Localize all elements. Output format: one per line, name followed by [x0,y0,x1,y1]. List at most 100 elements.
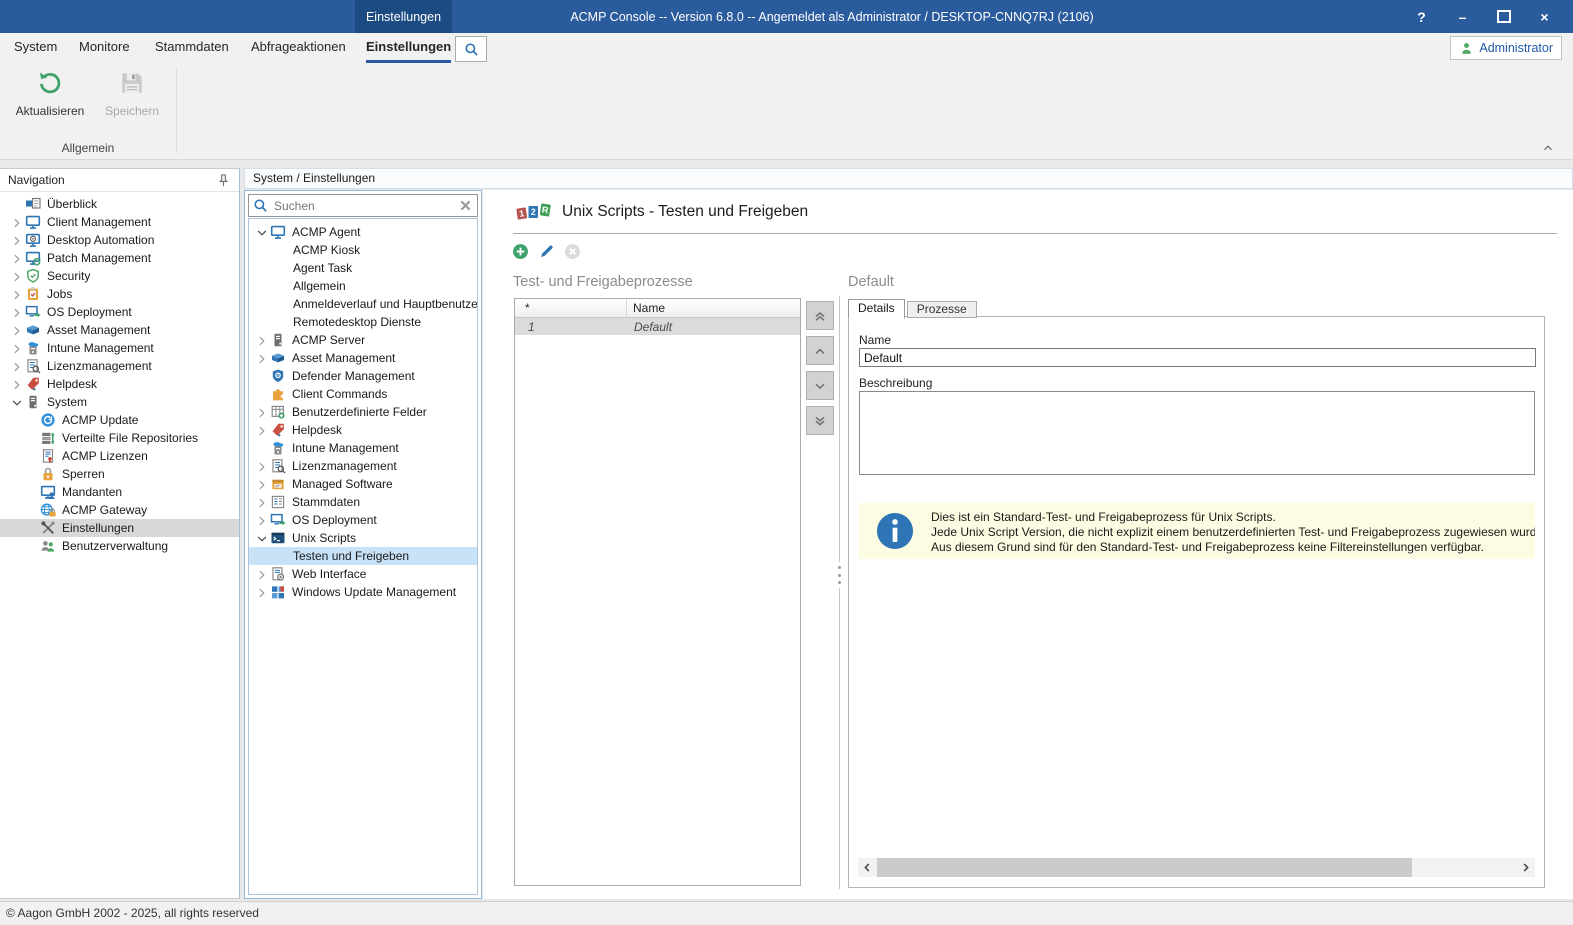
pushpin-icon[interactable] [216,173,231,188]
nav-item-sperren[interactable]: Sperren [0,465,239,483]
name-field[interactable] [859,348,1536,367]
nav-item-einstellungen-selected[interactable]: Einstellungen [0,519,239,537]
move-bottom-button[interactable] [806,406,834,435]
move-up-button[interactable] [806,336,834,365]
nav-item-mandanten[interactable]: Mandanten [0,483,239,501]
chevron-right-icon[interactable] [10,215,25,230]
tree-item-testen-und-freigeben-selected[interactable]: Testen und Freigeben [249,547,477,565]
chevron-down-icon[interactable] [255,531,270,546]
tree-item-managed-software[interactable]: Managed Software [249,475,477,493]
refresh-button[interactable]: Aktualisieren [10,69,90,127]
chevron-right-icon[interactable] [10,377,25,392]
minimize-button[interactable]: – [1442,0,1483,33]
tree-item-windows-update-management[interactable]: Windows Update Management [249,583,477,601]
tree-item-anmeldeverlauf[interactable]: Anmeldeverlauf und Hauptbenutzer [249,295,477,313]
tab-details[interactable]: Details [848,299,905,319]
move-down-button[interactable] [806,371,834,400]
tree-item-agent-task[interactable]: Agent Task [249,259,477,277]
tree-item-defender-management[interactable]: Defender Management [249,367,477,385]
chevron-right-icon[interactable] [10,341,25,356]
tree-item-asset-management[interactable]: Asset Management [249,349,477,367]
tree-item-allgemein[interactable]: Allgemein [249,277,477,295]
tree-item-client-commands[interactable]: Client Commands [249,385,477,403]
tab-prozesse[interactable]: Prozesse [907,301,977,318]
nav-item-ueberblick[interactable]: Überblick [0,195,239,213]
delete-icon[interactable] [564,243,581,260]
administrator-button[interactable]: Administrator [1450,36,1562,60]
column-header-star[interactable]: * [515,299,627,317]
tree-item-acmp-agent[interactable]: ACMP Agent [249,223,477,241]
menu-item-system[interactable]: System [14,33,57,60]
nav-item-os-deployment[interactable]: OS Deployment [0,303,239,321]
tree-item-os-deployment[interactable]: OS Deployment [249,511,477,529]
nav-item-jobs[interactable]: Jobs [0,285,239,303]
close-button[interactable]: × [1524,0,1565,33]
nav-item-client-management[interactable]: Client Management [0,213,239,231]
nav-item-security[interactable]: Security [0,267,239,285]
maximize-button[interactable] [1483,0,1524,33]
nav-item-verteilte-file-repositories[interactable]: Verteilte File Repositories [0,429,239,447]
chevron-right-icon[interactable] [255,333,270,348]
chevron-right-icon[interactable] [10,287,25,302]
tree-item-lizenzmanagement[interactable]: Lizenzmanagement [249,457,477,475]
add-icon[interactable] [512,243,529,260]
nav-item-acmp-gateway[interactable]: ACMP Gateway [0,501,239,519]
tree-item-stammdaten[interactable]: Stammdaten [249,493,477,511]
chevron-right-icon[interactable] [255,405,270,420]
menu-item-einstellungen[interactable]: Einstellungen [366,33,451,63]
tree-item-benutzerdefinierte-felder[interactable]: Benutzerdefinierte Felder [249,403,477,421]
horizontal-scrollbar[interactable] [858,858,1535,877]
chevron-right-icon[interactable] [255,351,270,366]
chevron-right-icon[interactable] [255,423,270,438]
splitter-handle[interactable] [837,562,842,588]
chevron-down-icon[interactable] [10,395,25,410]
nav-item-helpdesk[interactable]: Helpdesk [0,375,239,393]
chevron-right-icon[interactable] [10,269,25,284]
nav-item-intune-management[interactable]: Intune Management [0,339,239,357]
titlebar-pinned-tab[interactable]: Einstellungen [355,0,452,33]
nav-item-lizenzmanagement[interactable]: Lizenzmanagement [0,357,239,375]
chevron-right-icon[interactable] [255,513,270,528]
vertical-splitter[interactable] [839,296,840,889]
table-row-default[interactable]: 1 Default [515,318,800,335]
chevron-right-icon[interactable] [10,359,25,374]
menu-search-button[interactable] [455,36,487,62]
tree-item-remotedesktop-dienste[interactable]: Remotedesktop Dienste [249,313,477,331]
tree-item-acmp-server[interactable]: ACMP Server [249,331,477,349]
chevron-right-icon[interactable] [10,305,25,320]
chevron-right-icon[interactable] [10,233,25,248]
chevron-right-icon[interactable] [10,323,25,338]
nav-item-system[interactable]: System [0,393,239,411]
nav-item-acmp-update[interactable]: ACMP Update [0,411,239,429]
column-header-name[interactable]: Name [627,301,800,315]
menu-item-abfrageaktionen[interactable]: Abfrageaktionen [251,33,346,60]
scroll-right-icon[interactable] [1516,858,1535,877]
scrollbar-track[interactable] [1412,858,1516,877]
scroll-left-icon[interactable] [858,858,877,877]
chevron-right-icon[interactable] [10,251,25,266]
chevron-down-icon[interactable] [255,225,270,240]
menu-item-monitore[interactable]: Monitore [79,33,130,60]
nav-item-acmp-lizenzen[interactable]: ACMP Lizenzen [0,447,239,465]
save-button[interactable]: Speichern [92,69,172,127]
menu-item-stammdaten[interactable]: Stammdaten [155,33,229,60]
settings-search-input[interactable] [272,198,454,214]
chevron-right-icon[interactable] [255,585,270,600]
help-button[interactable]: ? [1401,0,1442,33]
chevron-right-icon[interactable] [255,495,270,510]
tree-item-unix-scripts[interactable]: Unix Scripts [249,529,477,547]
scrollbar-thumb[interactable] [877,858,1412,877]
edit-pencil-icon[interactable] [538,243,555,260]
nav-item-benutzerverwaltung[interactable]: Benutzerverwaltung [0,537,239,555]
tree-item-acmp-kiosk[interactable]: ACMP Kiosk [249,241,477,259]
chevron-right-icon[interactable] [255,477,270,492]
move-top-button[interactable] [806,301,834,330]
nav-item-desktop-automation[interactable]: Desktop Automation [0,231,239,249]
tree-item-helpdesk[interactable]: Helpdesk [249,421,477,439]
clear-search-icon[interactable] [458,198,473,213]
chevron-right-icon[interactable] [255,459,270,474]
ribbon-collapse-icon[interactable] [1541,141,1555,155]
tree-item-intune-management[interactable]: Intune Management [249,439,477,457]
beschreibung-field[interactable] [859,391,1535,475]
tree-item-web-interface[interactable]: Web Interface [249,565,477,583]
